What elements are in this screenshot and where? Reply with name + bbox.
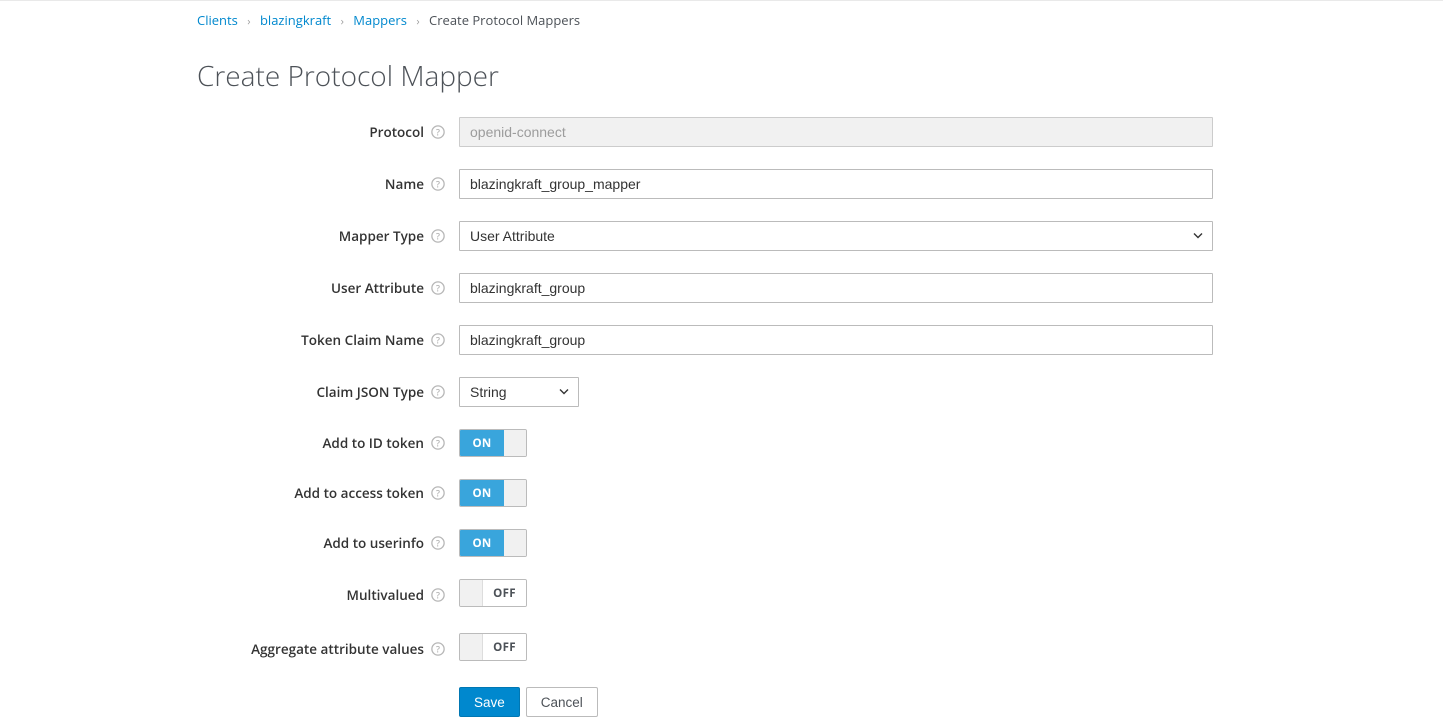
toggle-off-label: OFF: [482, 580, 526, 606]
help-icon[interactable]: ?: [430, 642, 445, 657]
svg-text:?: ?: [436, 644, 440, 656]
help-icon[interactable]: ?: [430, 333, 445, 348]
help-icon[interactable]: ?: [430, 125, 445, 140]
svg-text:?: ?: [436, 127, 440, 139]
add-id-token-toggle[interactable]: ON: [459, 429, 527, 457]
svg-text:?: ?: [436, 283, 440, 295]
svg-text:?: ?: [436, 488, 440, 500]
label-mapper-type: Mapper Type: [339, 227, 424, 245]
page-title: Create Protocol Mapper: [0, 29, 1443, 117]
save-button[interactable]: Save: [459, 687, 520, 717]
chevron-right-icon: ›: [410, 14, 425, 29]
add-access-token-toggle[interactable]: ON: [459, 479, 527, 507]
toggle-on-label: ON: [460, 530, 504, 556]
label-aggregate: Aggregate attribute values: [251, 640, 424, 658]
svg-text:?: ?: [436, 387, 440, 399]
svg-text:?: ?: [436, 179, 440, 191]
chevron-right-icon: ›: [241, 14, 256, 29]
svg-text:?: ?: [436, 335, 440, 347]
label-name: Name: [385, 175, 424, 193]
label-token-claim-name: Token Claim Name: [301, 331, 424, 349]
help-icon[interactable]: ?: [430, 486, 445, 501]
breadcrumb: Clients › blazingkraft › Mappers › Creat…: [0, 1, 1443, 29]
help-icon[interactable]: ?: [430, 436, 445, 451]
label-add-access-token: Add to access token: [294, 484, 424, 502]
label-protocol: Protocol: [369, 123, 424, 141]
form: Protocol ? Name ? Mapper Type: [0, 117, 1443, 717]
toggle-off-label: [504, 530, 526, 556]
token-claim-name-input[interactable]: [459, 325, 1213, 355]
svg-text:?: ?: [436, 438, 440, 450]
label-user-attribute: User Attribute: [331, 279, 424, 297]
breadcrumb-current: Create Protocol Mappers: [429, 11, 580, 29]
help-icon[interactable]: ?: [430, 536, 445, 551]
add-userinfo-toggle[interactable]: ON: [459, 529, 527, 557]
mapper-type-select[interactable]: User Attribute: [459, 221, 1213, 251]
user-attribute-input[interactable]: [459, 273, 1213, 303]
toggle-off-label: [504, 430, 526, 456]
protocol-input: [459, 117, 1213, 147]
toggle-on-label: ON: [460, 480, 504, 506]
breadcrumb-client-name[interactable]: blazingkraft: [260, 11, 331, 29]
help-icon[interactable]: ?: [430, 385, 445, 400]
multivalued-toggle[interactable]: OFF: [459, 579, 527, 607]
toggle-off-label: OFF: [482, 634, 526, 660]
svg-text:?: ?: [436, 538, 440, 550]
help-icon[interactable]: ?: [430, 229, 445, 244]
help-icon[interactable]: ?: [430, 281, 445, 296]
svg-text:?: ?: [436, 231, 440, 243]
label-add-id-token: Add to ID token: [322, 434, 424, 452]
toggle-on-label: [460, 580, 482, 606]
breadcrumb-clients[interactable]: Clients: [197, 11, 238, 29]
claim-json-type-select[interactable]: String: [459, 377, 579, 407]
label-multivalued: Multivalued: [347, 586, 424, 604]
toggle-off-label: [504, 480, 526, 506]
cancel-button[interactable]: Cancel: [526, 687, 598, 717]
toggle-on-label: ON: [460, 430, 504, 456]
help-icon[interactable]: ?: [430, 588, 445, 603]
aggregate-toggle[interactable]: OFF: [459, 633, 527, 661]
toggle-on-label: [460, 634, 482, 660]
help-icon[interactable]: ?: [430, 177, 445, 192]
label-add-userinfo: Add to userinfo: [323, 534, 424, 552]
label-claim-json-type: Claim JSON Type: [316, 383, 424, 401]
name-input[interactable]: [459, 169, 1213, 199]
svg-text:?: ?: [436, 590, 440, 602]
breadcrumb-mappers[interactable]: Mappers: [353, 11, 407, 29]
chevron-right-icon: ›: [335, 14, 350, 29]
